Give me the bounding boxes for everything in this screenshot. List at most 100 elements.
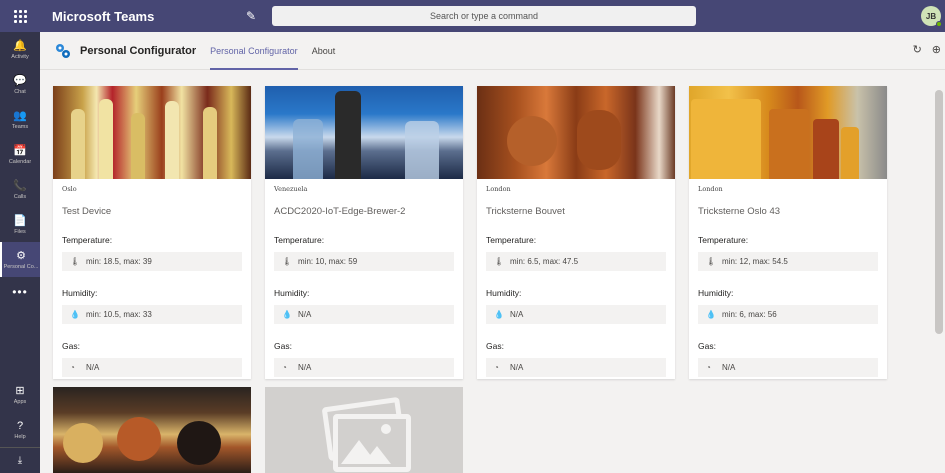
humidity-text: N/A — [510, 310, 524, 319]
rail-item-label: Activity — [11, 53, 29, 60]
presence-available-icon — [936, 21, 942, 27]
location-label: London — [486, 185, 511, 193]
page-title: Personal Configurator — [80, 44, 197, 57]
gauge-icon: ◔ — [282, 363, 287, 372]
temperature-value: 🌡 min: 12, max: 54.5 — [698, 252, 878, 271]
gauge-icon: ◔ — [494, 363, 499, 372]
temperature-text: min: 6.5, max: 47.5 — [510, 257, 579, 266]
humidity-label: Humidity: — [62, 288, 98, 298]
scrollbar-thumb[interactable] — [935, 90, 943, 334]
more-apps-icon[interactable]: ••• — [0, 277, 40, 307]
bell-icon: 🔔 — [13, 39, 27, 52]
thermometer-icon: 🌡 — [706, 257, 717, 266]
droplet-icon: 💧 — [70, 310, 80, 319]
device-name: Test Device — [62, 206, 112, 217]
rail-item-label: Teams — [11, 123, 29, 130]
gas-value: ◔ N/A — [486, 358, 666, 377]
device-card[interactable]: Oslo Test Device Temperature: 🌡 min: 18.5… — [53, 86, 251, 379]
globe-icon[interactable]: ⊕ — [932, 43, 941, 56]
device-name: Tricksterne Bouvet — [486, 206, 565, 217]
temperature-text: min: 12, max: 54.5 — [722, 257, 788, 266]
chat-icon: 💬 — [13, 74, 27, 87]
gauge-icon: ◔ — [706, 363, 711, 372]
configurator-logo-icon — [56, 43, 70, 58]
rail-item-label: Personal Co... — [3, 263, 39, 270]
app-launcher-icon[interactable] — [0, 0, 40, 32]
gas-label: Gas: — [274, 341, 292, 351]
location-label: Oslo — [62, 185, 77, 193]
rail-item-calendar[interactable]: 📅 Calendar — [0, 137, 40, 172]
rail-item-activity[interactable]: 🔔 Activity — [0, 32, 40, 67]
temperature-text: min: 10, max: 59 — [298, 257, 358, 266]
gauge-icon: ◔ — [70, 363, 75, 372]
device-image — [53, 86, 251, 179]
humidity-value: 💧 N/A — [274, 305, 454, 324]
thermometer-icon: 🌡 — [494, 257, 505, 266]
download-icon[interactable]: ⤓ — [0, 447, 40, 473]
rail-item-calls[interactable]: 📞 Calls — [0, 172, 40, 207]
rail-item-label: Chat — [14, 88, 26, 95]
header-actions: ↻ ⊕ — [913, 43, 941, 56]
rail-item-chat[interactable]: 💬 Chat — [0, 67, 40, 102]
device-card[interactable] — [53, 387, 251, 473]
rail-item-label: Files — [14, 228, 26, 235]
device-name: ACDC2020-IoT-Edge-Brewer-2 — [274, 206, 406, 217]
humidity-value: 💧 N/A — [486, 305, 666, 324]
rail-item-label: Apps — [13, 398, 27, 405]
device-card[interactable]: London Tricksterne Bouvet Temperature: 🌡… — [477, 86, 675, 379]
thermometer-icon: 🌡 — [70, 257, 81, 266]
rail-item-help[interactable]: ? Help — [0, 412, 40, 447]
new-chat-icon[interactable]: ✎ — [236, 9, 266, 23]
gas-text: N/A — [298, 363, 312, 372]
device-image — [689, 86, 887, 179]
image-placeholder-icon — [265, 387, 463, 473]
rail-item-label: Calendar — [8, 158, 32, 165]
device-image — [53, 387, 251, 473]
apps-icon: ⊞ — [15, 384, 25, 397]
temperature-value: 🌡 min: 10, max: 59 — [274, 252, 454, 271]
file-icon: 📄 — [13, 214, 27, 227]
device-image — [477, 86, 675, 179]
gas-value: ◔ N/A — [62, 358, 242, 377]
vertical-scrollbar[interactable] — [933, 70, 945, 473]
gas-text: N/A — [510, 363, 524, 372]
rail-bottom: ⊞ Apps ? Help ⤓ — [0, 377, 40, 473]
tab-personal-configurator[interactable]: Personal Configurator — [210, 32, 298, 70]
humidity-label: Humidity: — [698, 288, 734, 298]
calendar-icon: 📅 — [13, 144, 27, 157]
personal-configurator-icon: ⚙ — [16, 249, 26, 262]
humidity-label: Humidity: — [274, 288, 310, 298]
rail-item-personal-configurator[interactable]: ⚙ Personal Co... — [0, 242, 40, 277]
temperature-value: 🌡 min: 18.5, max: 39 — [62, 252, 242, 271]
droplet-icon: 💧 — [494, 310, 504, 319]
temperature-value: 🌡 min: 6.5, max: 47.5 — [486, 252, 666, 271]
humidity-text: N/A — [298, 310, 312, 319]
tab-about[interactable]: About — [312, 32, 336, 70]
device-card[interactable]: Venezuela ACDC2020-IoT-Edge-Brewer-2 Tem… — [265, 86, 463, 379]
humidity-text: min: 6, max: 56 — [722, 310, 777, 319]
droplet-icon: 💧 — [706, 310, 716, 319]
gas-text: N/A — [86, 363, 100, 372]
device-card[interactable]: London Tricksterne Oslo 43 Temperature: … — [689, 86, 887, 379]
refresh-icon[interactable]: ↻ — [913, 43, 922, 56]
phone-icon: 📞 — [13, 179, 27, 192]
teams-icon: 👥 — [13, 109, 27, 122]
search-input[interactable]: Search or type a command — [272, 6, 696, 26]
gas-label: Gas: — [62, 341, 80, 351]
card-grid: Oslo Test Device Temperature: 🌡 min: 18.5… — [40, 70, 933, 473]
gas-value: ◔ N/A — [274, 358, 454, 377]
title-bar: Microsoft Teams ✎ Search or type a comma… — [0, 0, 945, 32]
humidity-value: 💧 min: 6, max: 56 — [698, 305, 878, 324]
rail-item-apps[interactable]: ⊞ Apps — [0, 377, 40, 412]
rail-item-teams[interactable]: 👥 Teams — [0, 102, 40, 137]
app-rail: 🔔 Activity 💬 Chat 👥 Teams 📅 Calendar 📞 C… — [0, 32, 40, 473]
temperature-label: Temperature: — [486, 235, 537, 245]
rail-item-files[interactable]: 📄 Files — [0, 207, 40, 242]
rail-item-label: Help — [14, 433, 26, 440]
device-card[interactable] — [265, 387, 463, 473]
humidity-value: 💧 min: 10.5, max: 33 — [62, 305, 242, 324]
rail-item-label: Calls — [13, 193, 27, 200]
location-label: London — [698, 185, 723, 193]
gas-value: ◔ N/A — [698, 358, 878, 377]
gas-label: Gas: — [486, 341, 504, 351]
